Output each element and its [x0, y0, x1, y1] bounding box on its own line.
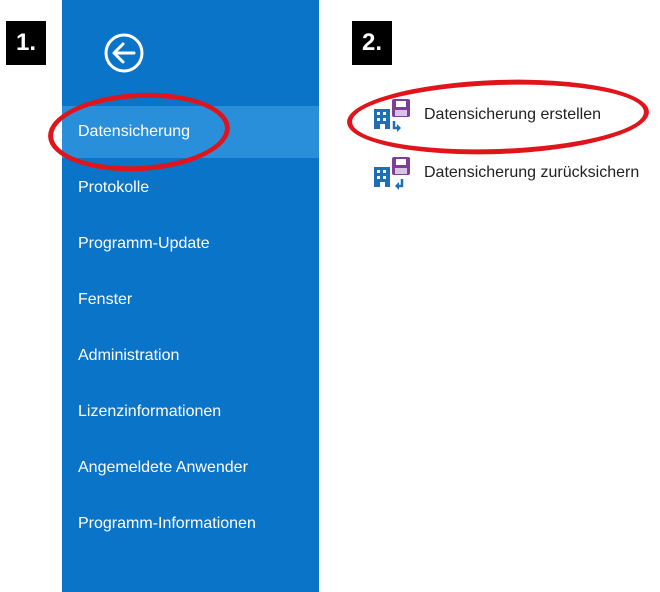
sidebar-item-administration[interactable]: Administration — [62, 330, 319, 382]
create-backup-action[interactable]: Datensicherung erstellen — [372, 97, 601, 133]
sidebar-item-label: Fenster — [78, 291, 133, 308]
sidebar-item-programm-update[interactable]: Programm-Update — [62, 218, 319, 270]
database-save-icon — [374, 99, 410, 132]
back-button[interactable] — [96, 25, 152, 81]
sidebar-item-label: Angemeldete Anwender — [78, 459, 248, 476]
sidebar-item-protokolle[interactable]: Protokolle — [62, 162, 319, 214]
step-label-1: 1. — [6, 21, 47, 65]
action-label: Datensicherung zurücksichern — [424, 164, 640, 181]
sidebar-item-label: Programm-Update — [78, 235, 210, 252]
sidebar-item-label: Protokolle — [78, 179, 150, 196]
database-restore-icon — [374, 157, 410, 190]
sidebar-item-angemeldete-anwender[interactable]: Angemeldete Anwender — [62, 442, 319, 494]
back-arrow-circle-icon — [104, 33, 144, 73]
sidebar-item-datensicherung[interactable]: Datensicherung — [62, 106, 319, 158]
sidebar-item-lizenzinformationen[interactable]: Lizenzinformationen — [62, 386, 319, 438]
sidebar-item-label: Programm-Informationen — [78, 515, 256, 532]
sidebar-item-label: Administration — [78, 347, 180, 364]
sidebar-item-label: Datensicherung — [78, 123, 191, 140]
step-label-2: 2. — [352, 21, 393, 65]
sidebar-item-fenster[interactable]: Fenster — [62, 274, 319, 326]
action-label: Datensicherung erstellen — [424, 106, 601, 123]
sidebar-item-programm-informationen[interactable]: Programm-Informationen — [62, 498, 319, 550]
restore-backup-action[interactable]: Datensicherung zurücksichern — [372, 155, 639, 191]
sidebar-item-label: Lizenzinformationen — [78, 403, 222, 420]
